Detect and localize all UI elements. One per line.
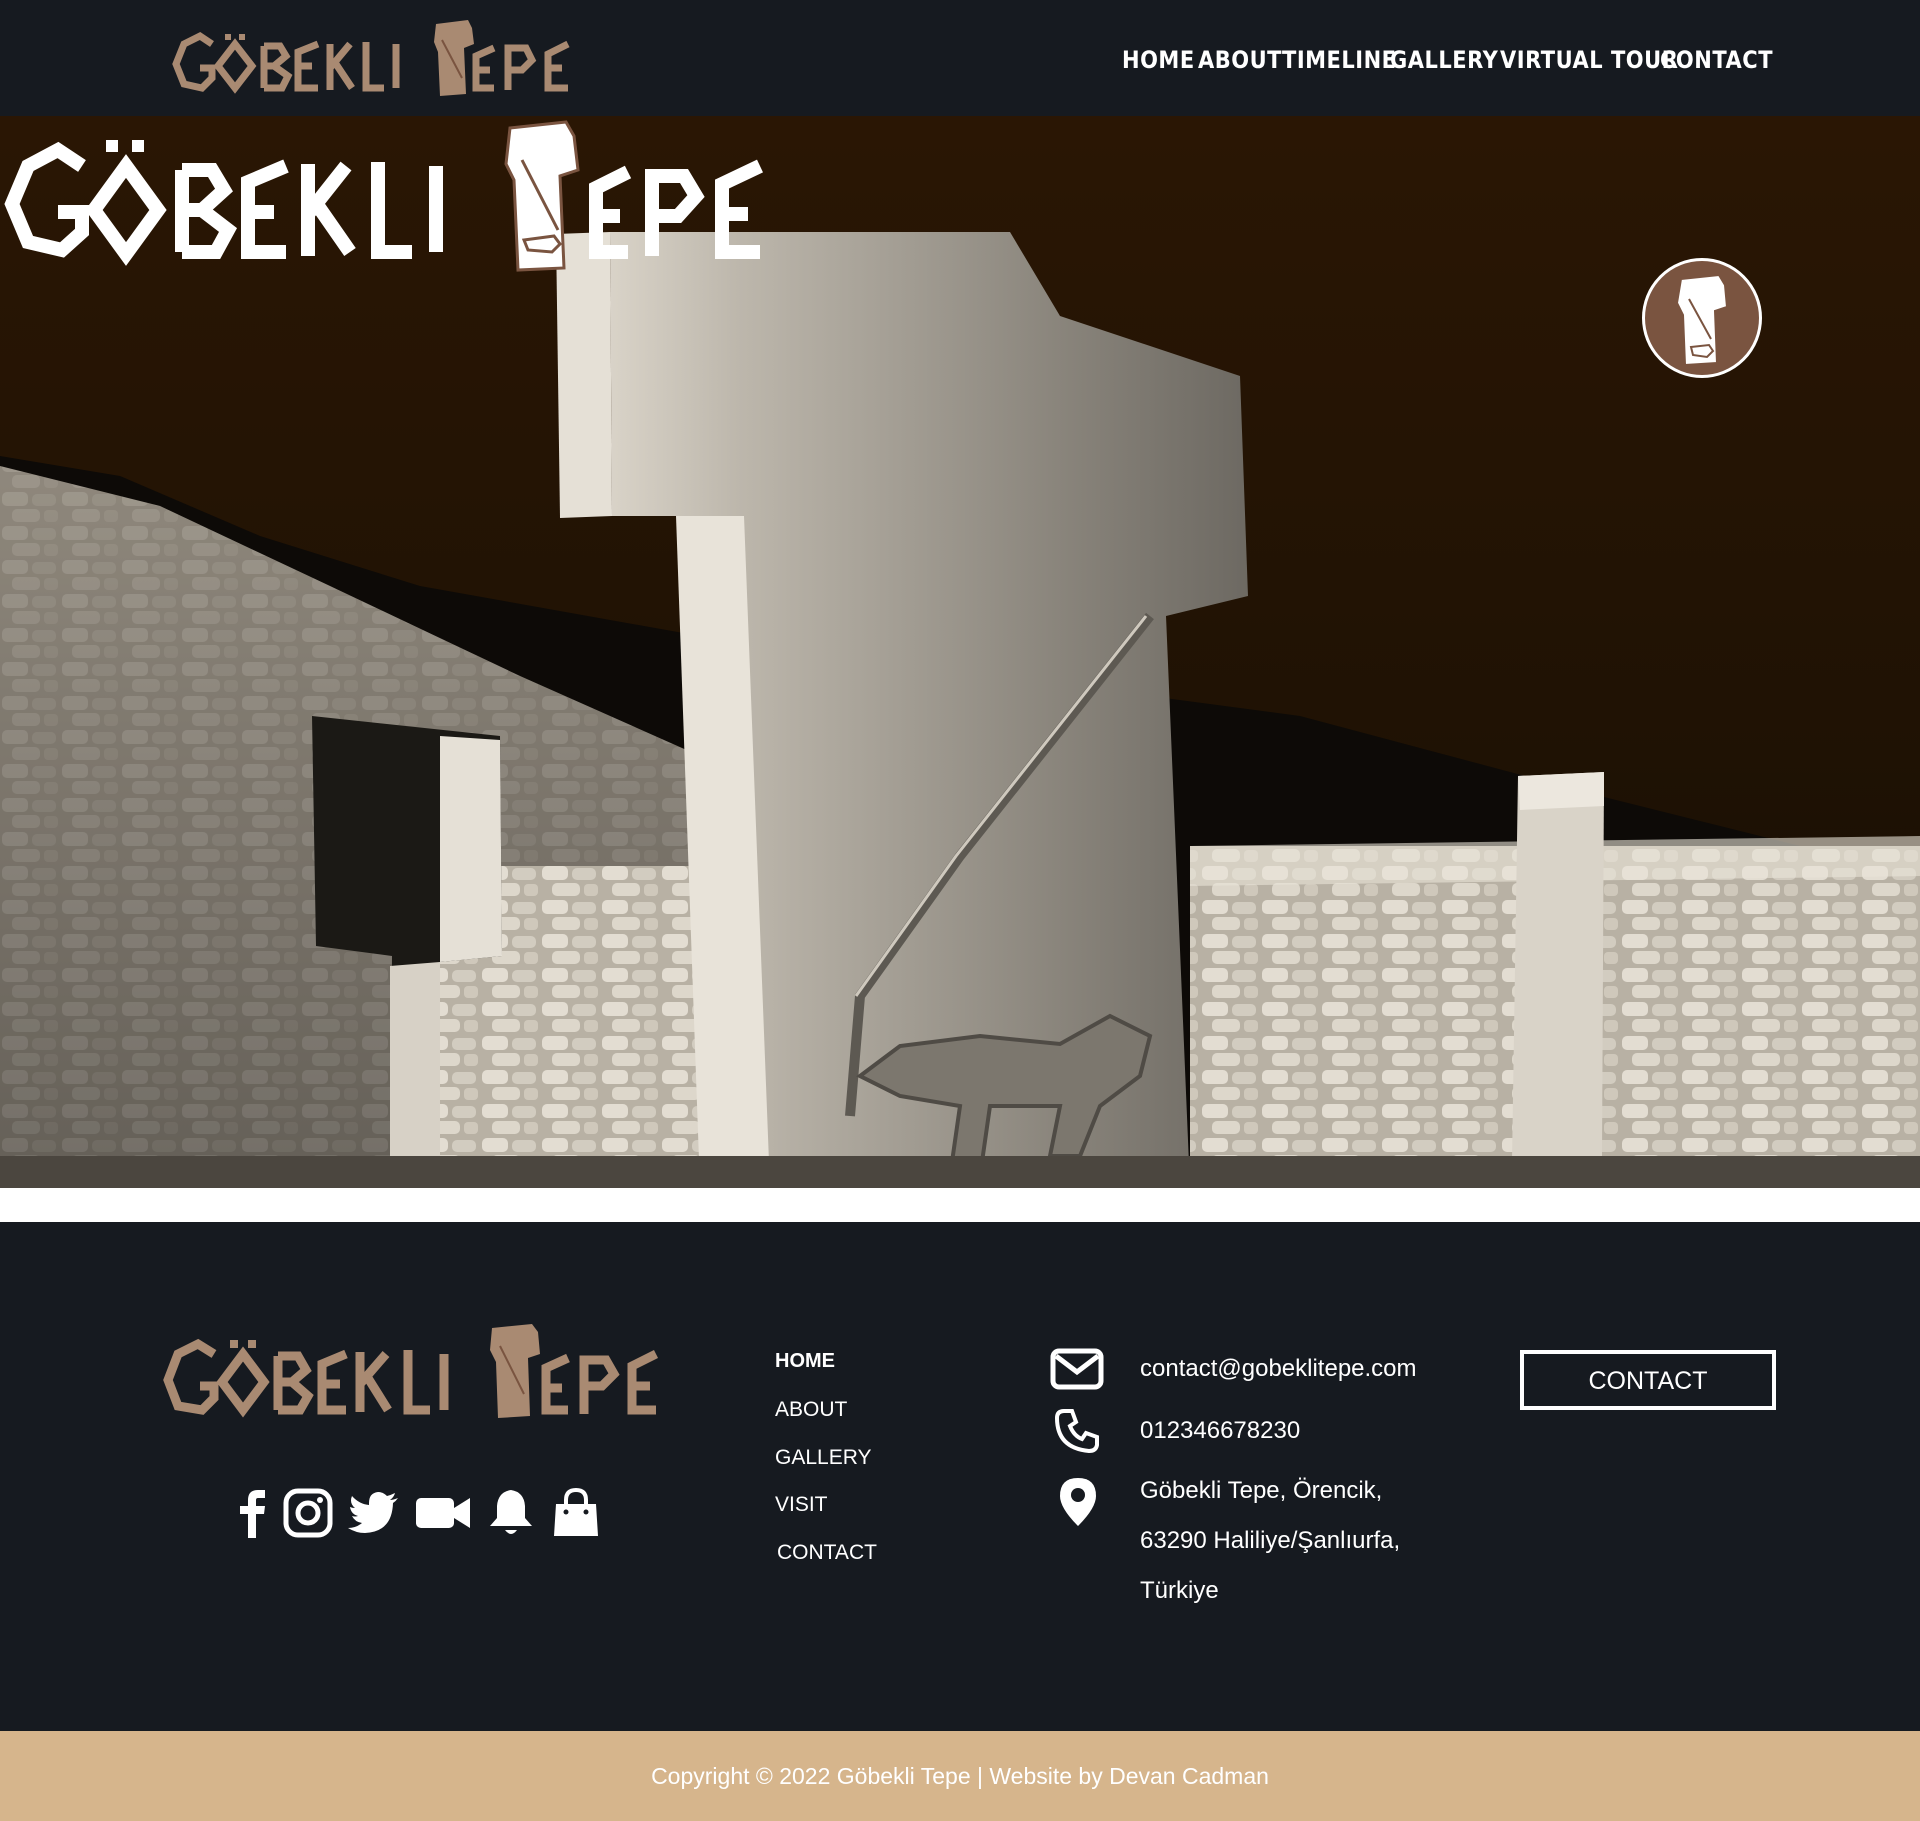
footer-link-contact[interactable]: CONTACT	[777, 1541, 877, 1565]
floating-logo-button[interactable]	[1642, 258, 1762, 378]
hero-section	[0, 116, 1920, 1188]
instagram-icon[interactable]	[282, 1486, 334, 1540]
site-footer: HOME ABOUT GALLERY VISIT CONTACT contact…	[0, 1222, 1920, 1731]
envelope-icon	[1050, 1348, 1104, 1390]
copyright-bar: Copyright © 2022 Göbekli Tepe | Website …	[0, 1731, 1920, 1821]
contact-email[interactable]: contact@gobeklitepe.com	[1140, 1355, 1417, 1383]
shopping-bag-icon[interactable]	[552, 1486, 600, 1540]
address-line-2: 63290 Haliliye/Şanlıurfa,	[1140, 1527, 1401, 1554]
nav-virtual-tour[interactable]: VIRTUAL TOUR	[1500, 46, 1678, 74]
hero-logo	[4, 120, 763, 272]
pillar-icon	[1675, 273, 1729, 367]
location-pin-icon	[1060, 1478, 1096, 1526]
footer-link-about[interactable]: ABOUT	[775, 1398, 847, 1422]
facebook-icon[interactable]	[238, 1486, 268, 1540]
nav-about[interactable]: ABOUT	[1198, 46, 1282, 74]
nav-home[interactable]: HOME	[1122, 46, 1195, 74]
footer-logo[interactable]	[162, 1318, 682, 1422]
twitter-icon[interactable]	[348, 1486, 400, 1540]
address-line-1: Göbekli Tepe, Örencik,	[1140, 1477, 1383, 1504]
footer-link-gallery[interactable]: GALLERY	[775, 1446, 872, 1470]
phone-icon	[1054, 1409, 1099, 1454]
contact-phone[interactable]: 012346678230	[1140, 1417, 1300, 1445]
main-nav: HOME ABOUT TIMELINE GALLERY VIRTUAL TOUR…	[0, 46, 1920, 80]
video-camera-icon[interactable]	[414, 1486, 472, 1540]
nav-gallery[interactable]: GALLERY	[1390, 46, 1498, 74]
copyright-text: Copyright © 2022 Göbekli Tepe | Website …	[651, 1763, 1269, 1789]
footer-link-home[interactable]: HOME	[775, 1350, 835, 1373]
contact-button[interactable]: CONTACT	[1520, 1350, 1776, 1410]
nav-contact[interactable]: CONTACT	[1660, 46, 1773, 74]
footer-link-visit[interactable]: VISIT	[775, 1493, 828, 1517]
address-line-3: Türkiye	[1140, 1577, 1219, 1604]
nav-timeline[interactable]: TIMELINE	[1282, 46, 1397, 74]
site-header: HOME ABOUT TIMELINE GALLERY VIRTUAL TOUR…	[0, 0, 1920, 116]
bell-icon[interactable]	[486, 1486, 536, 1540]
